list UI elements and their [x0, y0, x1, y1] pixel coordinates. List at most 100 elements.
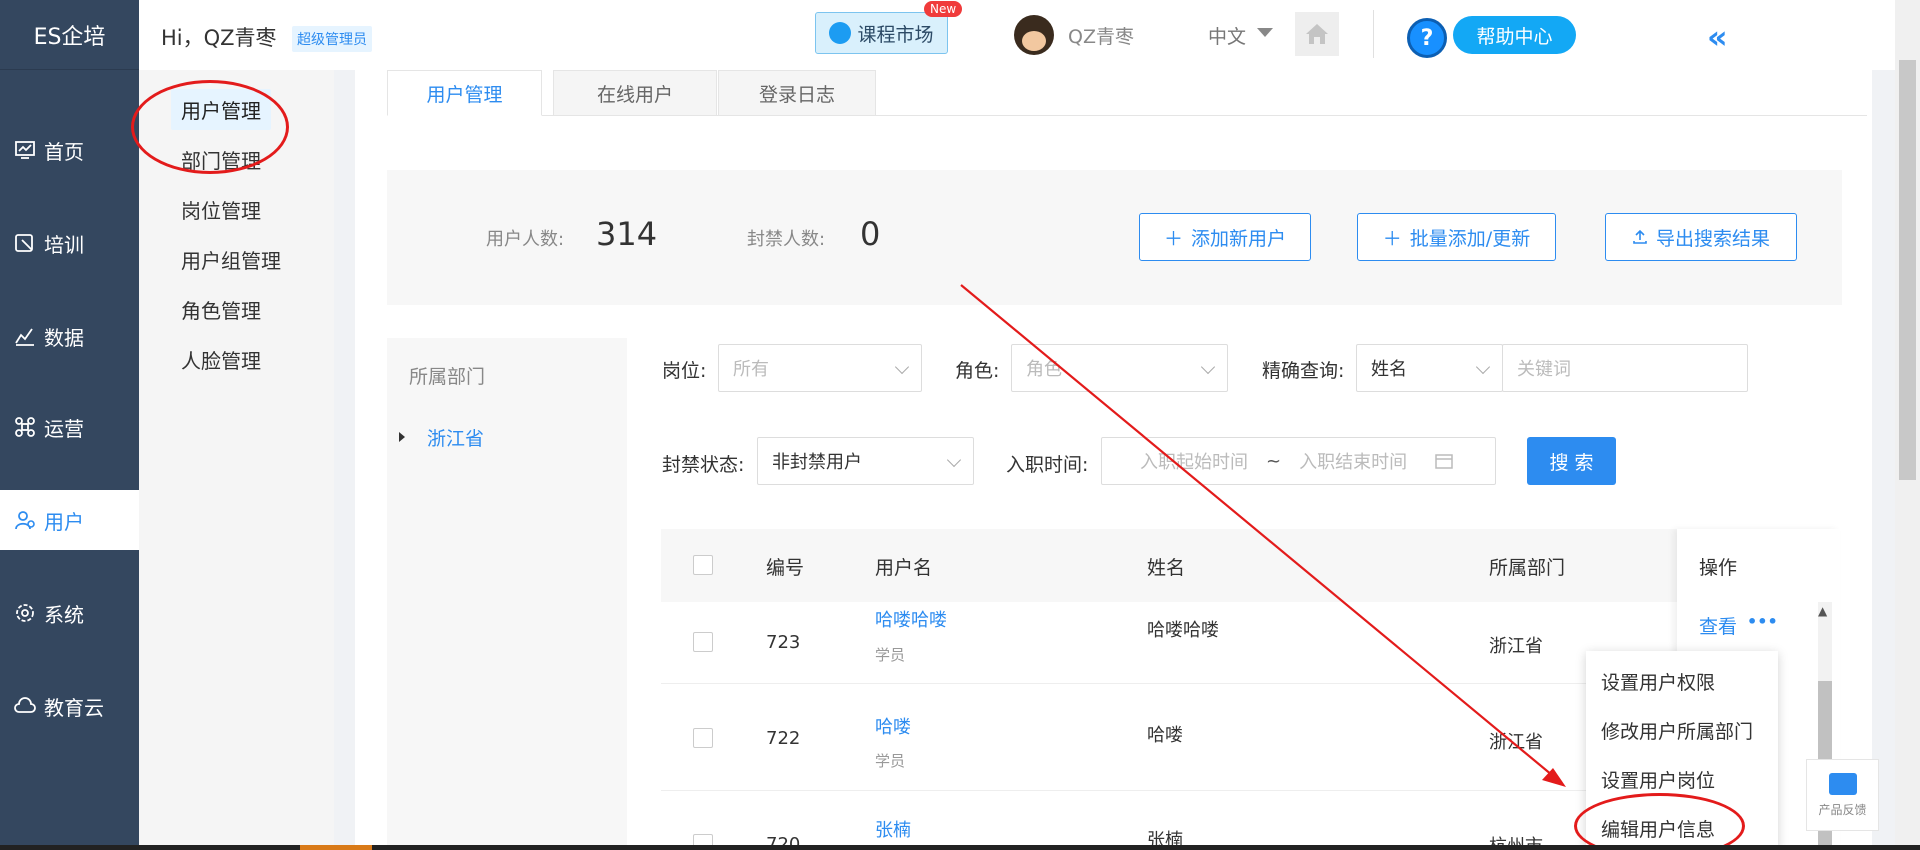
tab-online-users[interactable]: 在线用户	[553, 70, 717, 116]
hire-end-placeholder[interactable]: 入职结束时间	[1299, 448, 1407, 474]
nav-item-system[interactable]: 系统	[0, 583, 139, 643]
banned-count-label: 封禁人数:	[747, 229, 826, 250]
department-tree-node[interactable]: 浙江省	[427, 424, 484, 451]
user-sub-nav: 用户管理 部门管理 岗位管理 用户组管理 角色管理 人脸管理	[139, 70, 334, 850]
exact-query-label: 精确查询:	[1262, 360, 1345, 382]
role-filter-label: 角色:	[955, 360, 1000, 382]
exact-field-select[interactable]: 姓名	[1356, 344, 1503, 392]
row-checkbox[interactable]	[693, 632, 713, 652]
greeting-text: Hi，QZ青枣	[161, 26, 277, 50]
avatar[interactable]	[1014, 15, 1054, 55]
nav-item-data[interactable]: 数据	[0, 306, 139, 366]
cloud-icon	[14, 697, 36, 713]
sub-nav-post-management[interactable]: 岗位管理	[171, 189, 271, 230]
department-tree-title: 所属部门	[409, 366, 486, 388]
annotation-circle	[131, 80, 289, 174]
chevron-down-icon	[1200, 359, 1216, 375]
table-row: 722 哈喽 学员 哈喽 浙江省	[661, 685, 1677, 791]
batch-add-button[interactable]: ＋ 批量添加/更新	[1357, 213, 1556, 261]
row-id: 723	[766, 632, 801, 653]
add-user-label: 添加新用户	[1191, 227, 1287, 250]
row-username[interactable]: 哈喽	[875, 713, 911, 739]
hire-date-range[interactable]: 入职起始时间 ~ 入职结束时间	[1101, 437, 1496, 485]
command-icon	[15, 417, 35, 437]
product-feedback-button[interactable]: 产品反馈	[1806, 759, 1879, 831]
feedback-icon	[1828, 772, 1857, 795]
add-user-button[interactable]: ＋ 添加新用户	[1139, 213, 1311, 261]
nav-item-training[interactable]: 培训	[0, 213, 139, 273]
collapse-icon[interactable]: «	[1707, 18, 1728, 56]
row-checkbox[interactable]	[693, 728, 713, 748]
range-separator: ~	[1266, 450, 1282, 472]
nav-item-home[interactable]: 首页	[0, 120, 139, 180]
tab-login-log[interactable]: 登录日志	[718, 70, 876, 116]
menu-item-set-permissions[interactable]: 设置用户权限	[1601, 668, 1715, 695]
nav-item-education-cloud[interactable]: 教育云	[0, 676, 139, 736]
role-select[interactable]: 角色	[1011, 344, 1228, 392]
hire-start-placeholder[interactable]: 入职起始时间	[1140, 448, 1248, 474]
nav-label: 首页	[44, 139, 84, 164]
nav-item-operations[interactable]: 运营	[0, 397, 139, 457]
row-name: 哈喽	[1147, 725, 1183, 746]
select-all-checkbox[interactable]	[693, 555, 713, 575]
sub-nav-user-group-management[interactable]: 用户组管理	[171, 239, 291, 280]
main-sidebar: ES企培 首页 培训 数据 运营 用户 系统 教育云	[0, 0, 139, 850]
post-select-value: 所有	[733, 359, 769, 380]
search-button[interactable]: 搜 索	[1527, 437, 1616, 485]
plus-icon: ＋	[1382, 227, 1402, 250]
department-tree-panel: 所属部门 浙江省	[387, 338, 627, 850]
caret-down-icon[interactable]	[1257, 28, 1273, 37]
chevron-down-icon	[1475, 359, 1491, 375]
annotation-circle	[1574, 793, 1745, 850]
brand-logo[interactable]: ES企培	[0, 0, 139, 70]
shopping-bag-icon	[829, 22, 852, 44]
user-icon	[15, 511, 35, 530]
ban-status-label: 封禁状态:	[662, 454, 745, 476]
more-actions-icon[interactable]: •••	[1747, 612, 1778, 631]
column-header-department: 所属部门	[1489, 557, 1566, 579]
course-market-button[interactable]: 课程市场	[815, 12, 948, 54]
hire-date-label: 入职时间:	[1006, 454, 1089, 476]
row-username[interactable]: 哈喽哈喽	[875, 606, 947, 632]
page-scrollbar[interactable]	[1895, 0, 1920, 850]
username-label[interactable]: QZ青枣	[1068, 22, 1134, 49]
banned-count-value: 0	[860, 215, 881, 253]
language-select[interactable]: 中文	[1208, 22, 1246, 49]
help-question-icon[interactable]: ?	[1407, 18, 1447, 58]
row-username[interactable]: 张楠	[875, 816, 911, 842]
ban-status-select[interactable]: 非封禁用户	[757, 437, 974, 485]
help-center-button[interactable]: 帮助中心	[1453, 16, 1576, 54]
page-scrollbar-thumb[interactable]	[1899, 60, 1916, 480]
plus-icon: ＋	[1163, 227, 1183, 250]
home-button[interactable]	[1295, 12, 1339, 56]
menu-item-set-post[interactable]: 设置用户岗位	[1601, 766, 1715, 793]
chevron-down-icon	[946, 452, 962, 468]
nav-item-users[interactable]: 用户	[0, 490, 139, 550]
post-select[interactable]: 所有	[718, 344, 922, 392]
nav-label: 系统	[44, 602, 84, 627]
row-id: 722	[766, 728, 801, 749]
view-link[interactable]: 查看	[1699, 612, 1737, 639]
course-market-label: 课程市场	[857, 23, 934, 46]
calendar-icon	[1435, 454, 1453, 469]
table-row: 720 张楠 张楠 杭州市	[661, 792, 1677, 850]
sub-nav-face-management[interactable]: 人脸管理	[171, 339, 271, 380]
export-button[interactable]: 导出搜索结果	[1605, 213, 1797, 261]
caret-right-icon[interactable]	[399, 432, 405, 442]
menu-item-change-department[interactable]: 修改用户所属部门	[1601, 717, 1753, 744]
exact-field-value: 姓名	[1371, 359, 1407, 380]
scroll-up-icon[interactable]: ▲	[1818, 604, 1827, 618]
post-filter-label: 岗位:	[662, 360, 707, 382]
sub-nav-role-management[interactable]: 角色管理	[171, 289, 271, 330]
feedback-label: 产品反馈	[1818, 802, 1867, 817]
role-badge: 超级管理员	[292, 26, 372, 52]
home-icon	[1306, 24, 1328, 44]
ban-status-value: 非封禁用户	[772, 452, 862, 473]
stats-panel: 用户人数: 314 封禁人数: 0 ＋ 添加新用户 ＋ 批量添加/更新 导出搜索…	[387, 170, 1842, 305]
keyword-input[interactable]: 关键词	[1502, 344, 1748, 392]
upload-icon	[1633, 229, 1647, 244]
tab-user-management[interactable]: 用户管理	[387, 70, 542, 116]
column-header-username: 用户名	[875, 557, 933, 579]
header-divider	[1373, 10, 1374, 58]
column-header-operations: 操作	[1699, 557, 1738, 579]
